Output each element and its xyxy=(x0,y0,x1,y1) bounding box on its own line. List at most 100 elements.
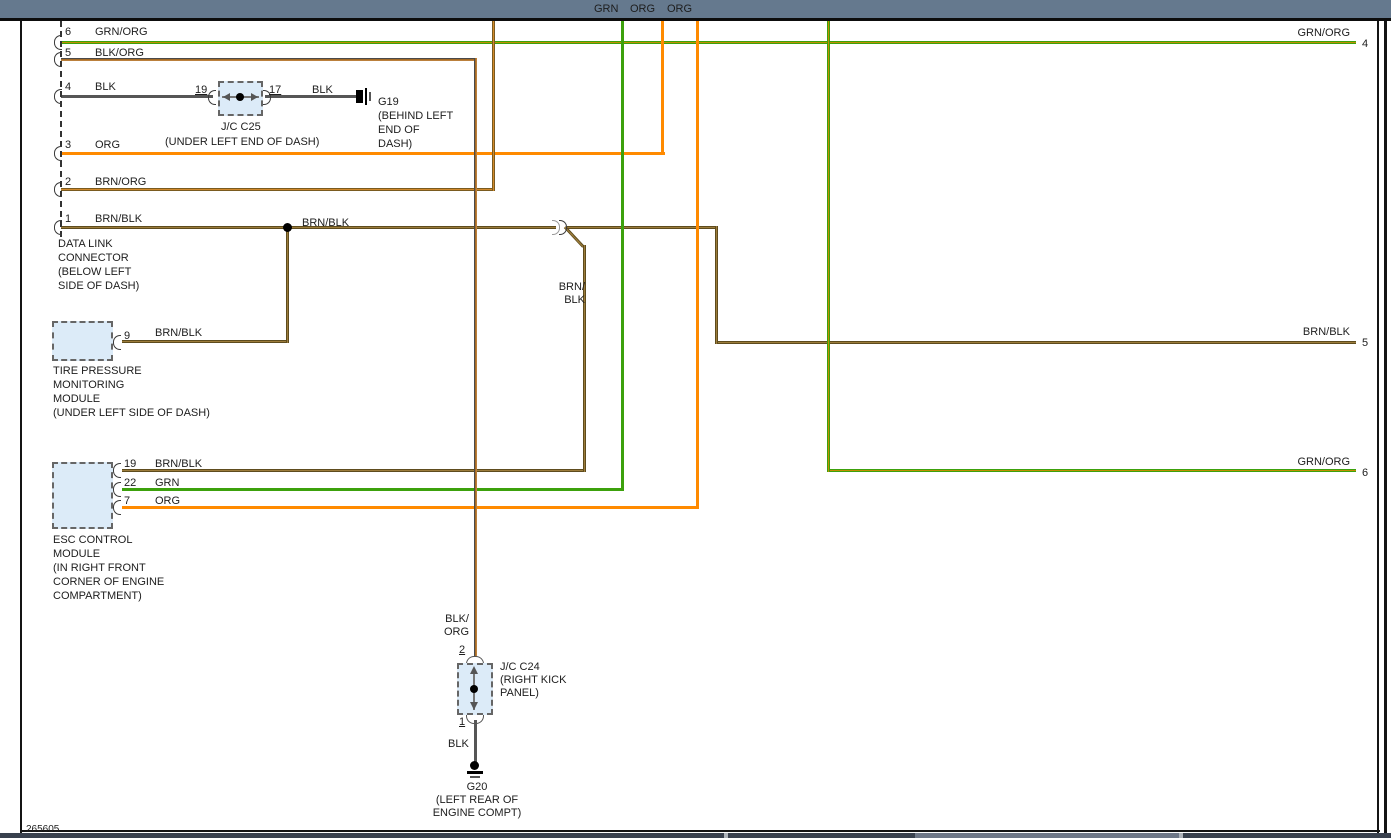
top-label-org-1: ORG xyxy=(630,3,655,16)
esc-pin19-arc xyxy=(113,463,121,478)
wire-org-vertical-1 xyxy=(661,21,664,155)
dlc-caption-2: CONNECTOR xyxy=(58,252,129,265)
jc-c24-junction-dot xyxy=(470,685,478,693)
jc-c24-down-arrow-icon xyxy=(470,702,478,710)
wire-grnorg-vertical xyxy=(827,21,830,472)
jc-c24-loc-1: (RIGHT KICK xyxy=(500,674,566,687)
scrollbar-divider-2 xyxy=(1179,833,1183,838)
jc-c24-in-wire-1: BLK/ xyxy=(442,613,469,626)
wire-blk-pin4-to-c25 xyxy=(61,95,213,98)
jc-c24-bottom-pin-num: 1 xyxy=(459,716,465,729)
wire-grn-esc-pin22 xyxy=(122,488,624,491)
esc-pin19-num: 19 xyxy=(124,458,136,471)
g19-ground-bar-icon xyxy=(365,88,367,105)
wire-brnblk-tpms-pin9 xyxy=(122,340,289,343)
right-exit-5-label: BRN/BLK xyxy=(1290,326,1350,339)
wire-grnorg-row6 xyxy=(829,469,1356,472)
dlc-caption-3: (BELOW LEFT xyxy=(58,266,131,279)
wire-brnblk-diagonal xyxy=(564,226,585,248)
esc-caption-2: MODULE xyxy=(53,548,100,561)
esc-pin7-num: 7 xyxy=(124,495,130,508)
jc-c24-out-wire-label: BLK xyxy=(448,738,469,751)
jc-c24-in-wire-2: ORG xyxy=(442,626,469,639)
dlc-caption-1: DATA LINK xyxy=(58,238,113,251)
dlc-pin1-arc xyxy=(54,220,62,235)
right-exit-4-num: 4 xyxy=(1362,38,1368,51)
diagram-bottom-border xyxy=(20,830,1380,832)
dlc-pin4-arc xyxy=(54,89,62,104)
tpms-caption-1: TIRE PRESSURE xyxy=(53,365,142,378)
tpms-caption-2: MONITORING xyxy=(53,379,124,392)
bottom-scrollbar-thumb[interactable] xyxy=(915,833,1179,838)
tpms-pin9-label: BRN/BLK xyxy=(155,327,202,340)
dlc-pin6-num: 6 xyxy=(65,26,71,39)
jc-c24-top-pin-num: 2 xyxy=(459,644,465,657)
top-label-grn: GRN xyxy=(594,3,618,16)
jc-c25-left-arrow-icon xyxy=(223,93,230,101)
dlc-pin2-label: BRN/ORG xyxy=(95,176,146,189)
wire-org-vertical-2 xyxy=(696,21,699,509)
diagram-left-border xyxy=(20,21,22,833)
dlc-pin6-arc xyxy=(54,35,62,50)
esc-pin22-arc xyxy=(113,482,121,497)
dlc-pin6-label: GRN/ORG xyxy=(95,26,148,39)
esc-pin7-arc xyxy=(113,500,121,515)
jc-c25-out-wire-label: BLK xyxy=(312,84,333,97)
bottom-scrollbar-track[interactable] xyxy=(0,833,1391,838)
right-exit-6-num: 6 xyxy=(1362,467,1368,480)
g19-name: G19 xyxy=(378,96,399,109)
g19-ground-icon xyxy=(356,90,363,103)
dlc-pin2-arc xyxy=(54,182,62,197)
jc-c25-left-pin-num: 19 xyxy=(195,84,207,97)
jc-c25-left-pin-arc xyxy=(208,90,216,105)
jc-c24-loc-2: PANEL) xyxy=(500,687,539,700)
dlc-pin5-arc xyxy=(54,52,62,67)
wire-brnorg-vertical xyxy=(492,21,495,191)
jc-c25-right-pin-num: 17 xyxy=(269,84,281,97)
jc-c25-name: J/C C25 xyxy=(221,121,261,134)
g19-loc-3: DASH) xyxy=(378,138,412,151)
wire-org-esc-pin7 xyxy=(122,506,699,509)
tpms-caption-4: (UNDER LEFT SIDE OF DASH) xyxy=(53,407,210,420)
dlc-pin4-label: BLK xyxy=(95,81,116,94)
dlc-pin1-num: 1 xyxy=(65,213,71,226)
jc-c25-location: (UNDER LEFT END OF DASH) xyxy=(165,136,319,149)
jc-c25-right-arrow-icon xyxy=(251,93,258,101)
brnblk-junction-dot xyxy=(283,223,292,232)
esc-pin19-label: BRN/BLK xyxy=(155,458,202,471)
tpms-pin9-arc xyxy=(113,335,121,350)
g20-ground-bar1-icon xyxy=(467,771,483,774)
wire-grnorg-row4 xyxy=(61,41,1356,44)
esc-caption-5: COMPARTMENT) xyxy=(53,590,142,603)
inline-connector-arc-2 xyxy=(559,220,567,235)
tpms-caption-3: MODULE xyxy=(53,393,100,406)
top-label-org-2: ORG xyxy=(667,3,692,16)
dlc-pin4-num: 4 xyxy=(65,81,71,94)
jc-c24-bottom-pin-arc xyxy=(466,715,484,724)
right-exit-6-label: GRN/ORG xyxy=(1290,456,1350,469)
wire-grn-vertical xyxy=(621,21,624,491)
tpms-pin9-num: 9 xyxy=(124,330,130,343)
g19-loc-2: END OF xyxy=(378,124,420,137)
wire-org-pin3 xyxy=(61,152,665,155)
g19-loc-1: (BEHIND LEFT xyxy=(378,110,453,123)
mid-wire-label-1: BRN/ xyxy=(552,281,585,294)
esc-pin22-num: 22 xyxy=(124,477,136,490)
mid-wire-label-2: BLK xyxy=(552,294,585,307)
title-bar xyxy=(0,0,1391,18)
brnblk-branch-label: BRN/BLK xyxy=(302,217,349,230)
jc-c25-junction-dot xyxy=(236,93,244,101)
g19-ground-tick-icon xyxy=(369,92,371,101)
dlc-pin2-num: 2 xyxy=(65,176,71,189)
esc-caption-1: ESC CONTROL xyxy=(53,534,132,547)
esc-box xyxy=(52,462,113,529)
wire-brnblk-junction-drop xyxy=(286,229,289,343)
esc-pin22-label: GRN xyxy=(155,477,179,490)
wire-brnblk-corner-drop xyxy=(715,226,718,344)
esc-caption-3: (IN RIGHT FRONT xyxy=(53,562,146,575)
wiring-diagram-page: 6 GRN/ORG 5 BLK/ORG 4 BLK 3 ORG 2 BRN/OR… xyxy=(0,0,1391,838)
diagram-right-border-inner xyxy=(1377,21,1379,838)
right-exit-5-num: 5 xyxy=(1362,337,1368,350)
g20-loc-2: ENGINE COMPT) xyxy=(427,807,527,820)
g20-ground-bar2-icon xyxy=(470,776,480,778)
